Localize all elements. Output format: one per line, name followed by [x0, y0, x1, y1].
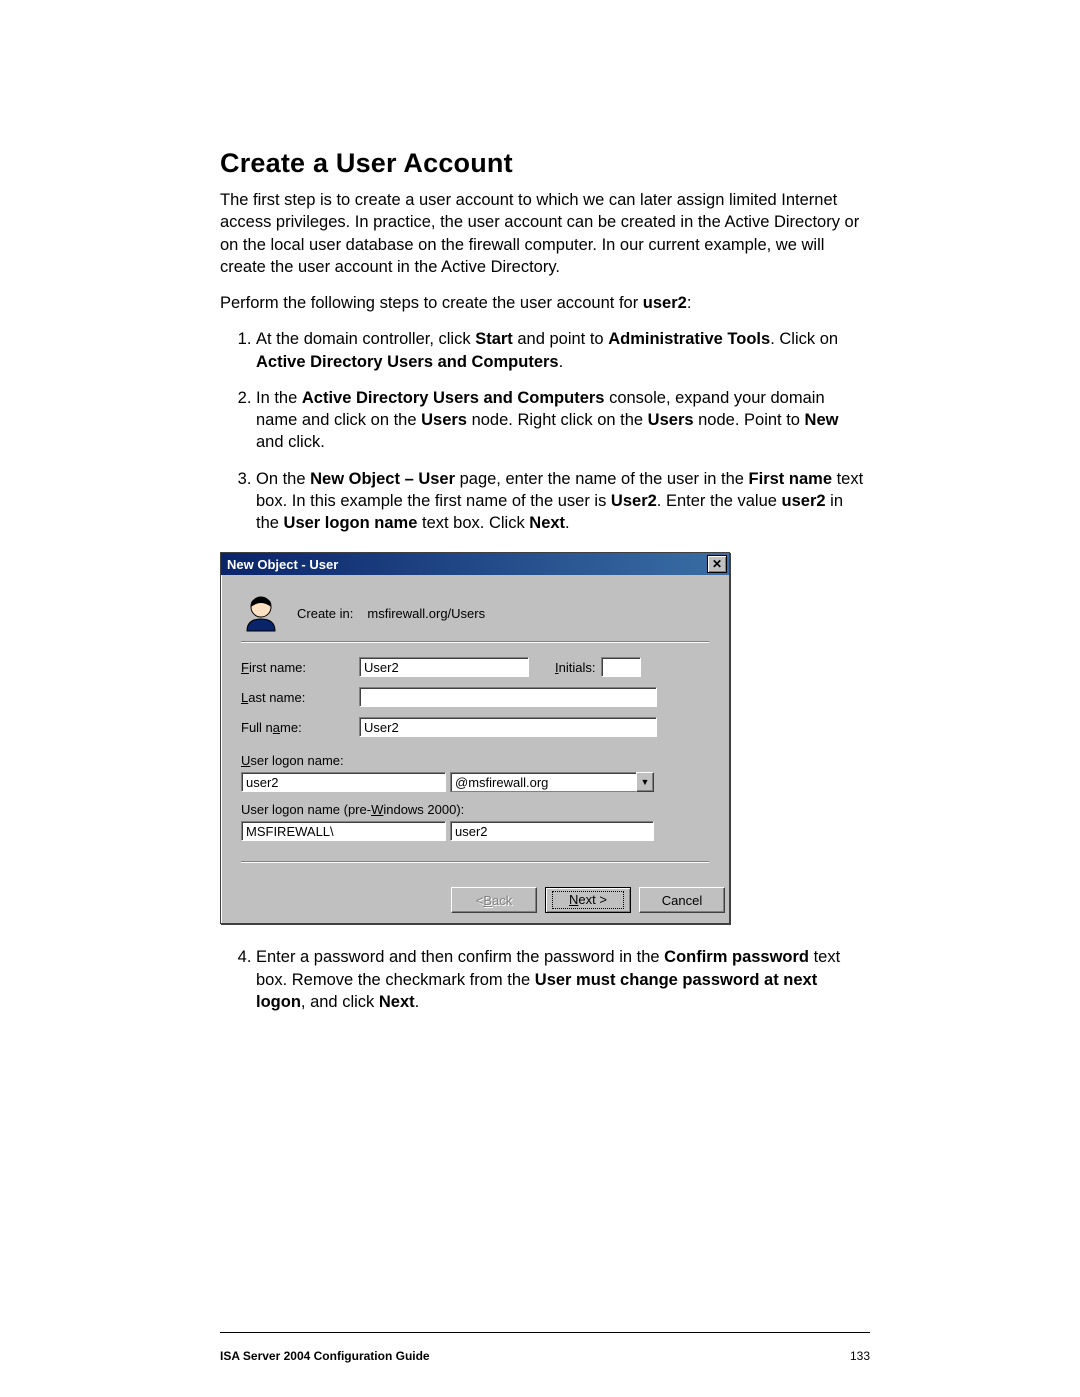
logon-name-label: User logon name:	[241, 753, 709, 768]
section-heading: Create a User Account	[220, 148, 870, 179]
full-name-label: Full name:	[241, 720, 359, 735]
step-3: On the New Object – User page, enter the…	[256, 468, 870, 535]
create-in-label: Create in:	[297, 606, 353, 621]
close-icon: ✕	[712, 558, 722, 570]
domain-dropdown[interactable]: @msfirewall.org ▼	[450, 772, 654, 792]
footer-page: 133	[850, 1349, 870, 1363]
dialog-screenshot: New Object - User ✕ Create in:	[220, 552, 870, 924]
new-user-dialog: New Object - User ✕ Create in:	[220, 552, 730, 924]
divider	[241, 641, 709, 643]
next-button[interactable]: Next >	[545, 887, 631, 913]
steps-list: At the domain controller, click Start an…	[220, 328, 870, 534]
perform-line: Perform the following steps to create th…	[220, 292, 870, 314]
initials-input[interactable]	[601, 657, 641, 677]
intro-paragraph: The first step is to create a user accou…	[220, 189, 870, 278]
pre2k-name-input[interactable]	[450, 821, 654, 841]
full-name-input[interactable]	[359, 717, 657, 737]
last-name-input[interactable]	[359, 687, 657, 707]
first-name-label: First name:	[241, 660, 359, 675]
titlebar: New Object - User ✕	[221, 553, 729, 575]
page-footer: ISA Server 2004 Configuration Guide 133	[220, 1349, 870, 1363]
create-in-path: msfirewall.org/Users	[367, 606, 485, 621]
user-icon	[241, 593, 281, 633]
initials-label: Initials:	[555, 660, 595, 675]
step-4: Enter a password and then confirm the pa…	[256, 946, 870, 1013]
back-button[interactable]: < Back	[451, 887, 537, 913]
divider	[241, 861, 709, 863]
steps-list-cont: Enter a password and then confirm the pa…	[220, 946, 870, 1013]
step-2: In the Active Directory Users and Comput…	[256, 387, 870, 454]
logon-name-input[interactable]	[241, 772, 446, 792]
dialog-title: New Object - User	[227, 557, 707, 572]
cancel-button[interactable]: Cancel	[639, 887, 725, 913]
footer-title: ISA Server 2004 Configuration Guide	[220, 1349, 850, 1363]
close-button[interactable]: ✕	[707, 555, 727, 573]
last-name-label: Last name:	[241, 690, 359, 705]
chevron-down-icon[interactable]: ▼	[636, 772, 654, 792]
perform-text: Perform the following steps to create th…	[220, 294, 643, 312]
user-head-icon	[241, 593, 281, 633]
perform-user: user2	[643, 294, 687, 312]
first-name-input[interactable]	[359, 657, 529, 677]
footer-rule	[220, 1332, 870, 1333]
logon-pre2k-label: User logon name (pre-Windows 2000):	[241, 802, 709, 817]
step-1: At the domain controller, click Start an…	[256, 328, 870, 373]
perform-colon: :	[687, 294, 692, 312]
domain-dropdown-value: @msfirewall.org	[450, 772, 636, 792]
pre2k-domain-input[interactable]	[241, 821, 446, 841]
